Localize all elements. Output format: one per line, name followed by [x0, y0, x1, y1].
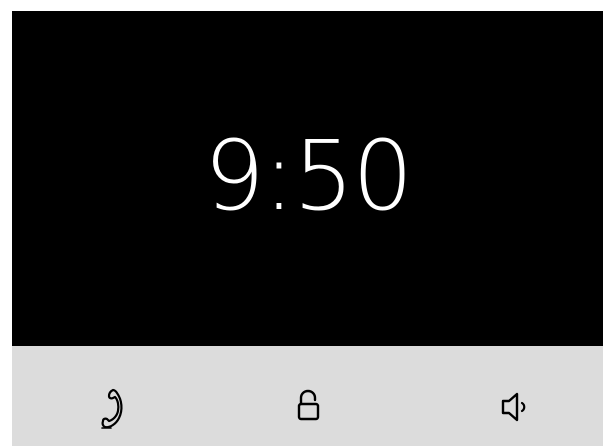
- clock-display: 9:50: [12, 11, 603, 346]
- volume-button[interactable]: [487, 384, 547, 444]
- clock-time: 9:50: [203, 119, 414, 232]
- speaker-icon: [501, 392, 526, 422]
- control-bar: [12, 346, 603, 446]
- unlock-button[interactable]: [278, 384, 338, 444]
- intercom-panel: 9:50: [12, 11, 603, 446]
- unlock-icon: [297, 389, 320, 421]
- phone-icon: [101, 388, 123, 429]
- call-button[interactable]: [81, 384, 141, 444]
